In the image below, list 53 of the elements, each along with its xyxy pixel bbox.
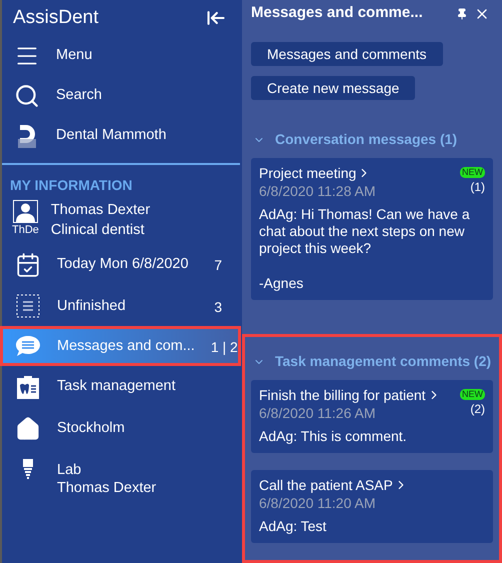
nav-item[interactable]: Today Mon 6/8/2020 7 — [3, 247, 238, 283]
nav-label: Messages and com... — [57, 337, 195, 355]
nav-label: Lab — [57, 461, 82, 479]
panel-button[interactable]: Messages and comments — [251, 42, 443, 66]
reply-count: (2) — [470, 401, 485, 417]
calendar-icon — [15, 252, 41, 278]
nav-sublabel: Thomas Dexter — [57, 479, 158, 497]
nav-label: Stockholm — [57, 419, 126, 437]
user-name: Thomas Dexter — [50, 201, 150, 220]
speech-bubble-icon — [15, 334, 41, 358]
nav-label: Task management — [57, 377, 176, 395]
count-label: 3 — [214, 298, 222, 317]
unfinished-icon — [16, 294, 40, 318]
card-time: 6/8/2020 11:28 AM — [259, 182, 376, 200]
panel-button[interactable]: Create new message — [251, 76, 416, 100]
new-badge: NEW — [460, 167, 485, 178]
message-text: AdAg: Test — [259, 518, 328, 535]
reply-count: (1) — [470, 179, 485, 195]
nav-item[interactable]: Unfinished 3 — [3, 289, 238, 323]
count-label: 1 | 2 — [210, 338, 238, 357]
message-card[interactable]: Project meeting 6/8/2020 11:28 AM NEW (1) AdAg: Hi Thomas! Can we have a chat about the next steps on new project this week? -Agnes — [251, 158, 493, 300]
message-text: AdAg: Hi Thomas! Can we have a chat about the next steps on new project this week? — [259, 206, 471, 257]
app-title: AssisDent — [13, 6, 99, 30]
card-title[interactable]: Project meeting — [259, 164, 460, 182]
card-title[interactable]: Call the patient ASAP — [259, 476, 485, 494]
house-icon — [15, 416, 41, 442]
user-role: Clinical dentist — [50, 221, 146, 240]
nav-item[interactable]: Search — [2, 76, 242, 116]
card-title[interactable]: Finish the billing for patient — [259, 386, 460, 404]
nav-item[interactable]: Task management — [3, 369, 238, 405]
search-icon — [14, 83, 40, 109]
nav-item[interactable]: Dental Mammoth — [2, 116, 242, 156]
nav-item[interactable]: Messages and com... 1 | 2 — [3, 329, 238, 363]
tooth-clipboard-icon — [16, 374, 40, 400]
card-time: 6/8/2020 11:26 AM — [259, 404, 376, 422]
nav-label: Unfinished — [57, 297, 127, 315]
panel-title: Messages and comme... — [251, 3, 423, 24]
nav-label: Today Mon 6/8/2020 — [57, 255, 190, 273]
card-time: 6/8/2020 11:20 AM — [259, 494, 376, 512]
section-heading: MY INFORMATION — [9, 176, 134, 195]
pin-icon[interactable] — [456, 8, 468, 20]
avatar-icon — [12, 200, 38, 223]
nav-item[interactable]: Stockholm — [3, 411, 238, 447]
nav-item[interactable]: Lab Thomas Dexter — [3, 453, 238, 502]
user-initials: ThDe — [12, 223, 39, 237]
new-badge: NEW — [460, 389, 485, 400]
message-text: -Agnes — [259, 275, 304, 292]
message-card[interactable]: Call the patient ASAP 6/8/2020 11:20 AM AdAg: Test — [251, 470, 493, 543]
message-card[interactable]: Finish the billing for patient 6/8/2020 11:26 AM NEW (2) AdAg: This is comment. — [251, 380, 493, 453]
count-label: 7 — [214, 256, 222, 275]
message-text: AdAg: This is comment. — [259, 428, 408, 445]
logo-icon — [16, 123, 38, 149]
nav-item[interactable]: Menu — [2, 36, 242, 76]
